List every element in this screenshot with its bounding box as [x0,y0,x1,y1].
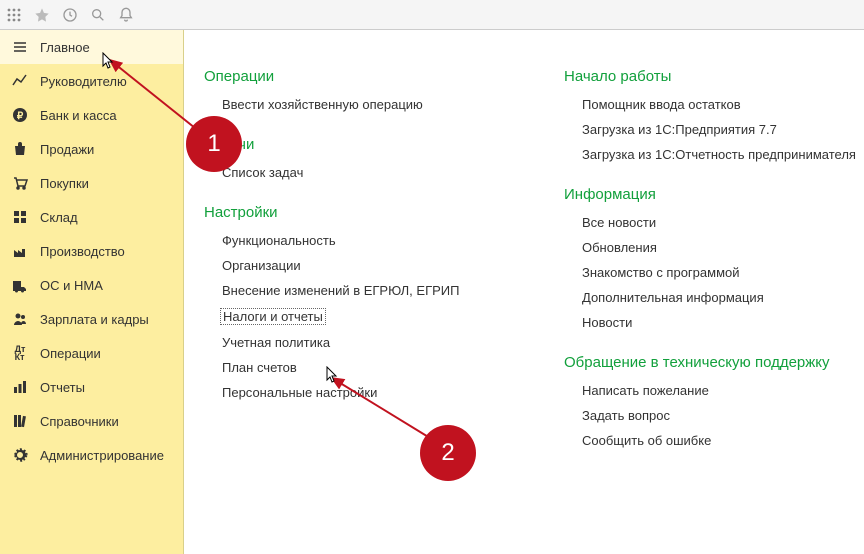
bell-icon[interactable] [118,7,134,23]
books-icon [12,413,28,429]
menu-icon [12,39,28,55]
sidebar-item-purchases[interactable]: Покупки [0,166,183,200]
link-enter-operation[interactable]: Ввести хозяйственную операцию [222,97,504,112]
dk-icon: ДтКт [12,345,28,361]
section-title-operations[interactable]: Операции [204,68,504,85]
sidebar-item-label: ОС и НМА [40,278,103,293]
sidebar: Главное Руководителю ₽ Банк и касса Прод… [0,30,184,554]
link-chart-accounts[interactable]: План счетов [222,360,504,375]
sidebar-item-production[interactable]: Производство [0,234,183,268]
sidebar-item-label: Зарплата и кадры [40,312,149,327]
apps-icon[interactable] [6,7,22,23]
link-balance-helper[interactable]: Помощник ввода остатков [582,97,864,112]
history-icon[interactable] [62,7,78,23]
sidebar-item-sales[interactable]: Продажи [0,132,183,166]
sidebar-item-label: Покупки [40,176,89,191]
ruble-icon: ₽ [12,107,28,123]
link-organizations[interactable]: Организации [222,258,504,273]
sidebar-item-label: Операции [40,346,101,361]
sidebar-item-admin[interactable]: Администрирование [0,438,183,472]
link-write-wish[interactable]: Написать пожелание [582,383,864,398]
boxes-icon [12,209,28,225]
link-load-entrepreneur[interactable]: Загрузка из 1С:Отчетность предпринимател… [582,147,864,162]
sidebar-item-assets[interactable]: ОС и НМА [0,268,183,302]
search-icon[interactable] [90,7,106,23]
sidebar-item-bank[interactable]: ₽ Банк и касса [0,98,183,132]
star-icon[interactable] [34,7,50,23]
sidebar-item-salary[interactable]: Зарплата и кадры [0,302,183,336]
section-title-info[interactable]: Информация [564,186,864,203]
sidebar-item-label: Производство [40,244,125,259]
link-additional-info[interactable]: Дополнительная информация [582,290,864,305]
cursor-icon [326,366,338,384]
sidebar-item-label: Банк и касса [40,108,117,123]
link-egrul[interactable]: Внесение изменений в ЕГРЮЛ, ЕГРИП [222,283,504,298]
annotation-marker-2: 2 [420,425,476,481]
link-load-77[interactable]: Загрузка из 1С:Предприятия 7.7 [582,122,864,137]
chart-line-icon [12,73,28,89]
link-personal-settings[interactable]: Персональные настройки [222,385,504,400]
link-accounting-policy[interactable]: Учетная политика [222,335,504,350]
sidebar-item-label: Склад [40,210,78,225]
cursor-icon [102,52,114,70]
main-content: Операции Ввести хозяйственную операцию З… [184,30,864,554]
section-title-start[interactable]: Начало работы [564,68,864,85]
sidebar-item-label: Администрирование [40,448,164,463]
sidebar-item-reports[interactable]: Отчеты [0,370,183,404]
sidebar-item-manager[interactable]: Руководителю [0,64,183,98]
annotation-marker-1: 1 [186,116,242,172]
sidebar-item-operations[interactable]: ДтКт Операции [0,336,183,370]
section-title-tasks[interactable]: Задачи [204,136,504,153]
sidebar-item-directories[interactable]: Справочники [0,404,183,438]
section-title-settings[interactable]: Настройки [204,204,504,221]
annotation-marker-label: 1 [207,130,220,158]
link-taxes-reports[interactable]: Налоги и отчеты [220,308,326,325]
section-title-support[interactable]: Обращение в техническую поддержку [564,354,864,371]
people-icon [12,311,28,327]
link-intro[interactable]: Знакомство с программой [582,265,864,280]
sidebar-item-main[interactable]: Главное [0,30,183,64]
sidebar-item-label: Главное [40,40,90,55]
link-report-error[interactable]: Сообщить об ошибке [582,433,864,448]
toolbar [0,0,864,30]
bar-chart-icon [12,379,28,395]
factory-icon [12,243,28,259]
link-all-news[interactable]: Все новости [582,215,864,230]
link-updates[interactable]: Обновления [582,240,864,255]
svg-text:₽: ₽ [17,111,24,122]
link-news[interactable]: Новости [582,315,864,330]
sidebar-item-label: Отчеты [40,380,85,395]
link-ask-question[interactable]: Задать вопрос [582,408,864,423]
annotation-marker-label: 2 [441,439,454,467]
bag-icon [12,141,28,157]
link-functionality[interactable]: Функциональность [222,233,504,248]
truck-icon [12,277,28,293]
sidebar-item-label: Руководителю [40,74,127,89]
sidebar-item-label: Продажи [40,142,94,157]
sidebar-item-warehouse[interactable]: Склад [0,200,183,234]
cart-icon [12,175,28,191]
sidebar-item-label: Справочники [40,414,119,429]
link-task-list[interactable]: Список задач [222,165,504,180]
gear-icon [12,447,28,463]
